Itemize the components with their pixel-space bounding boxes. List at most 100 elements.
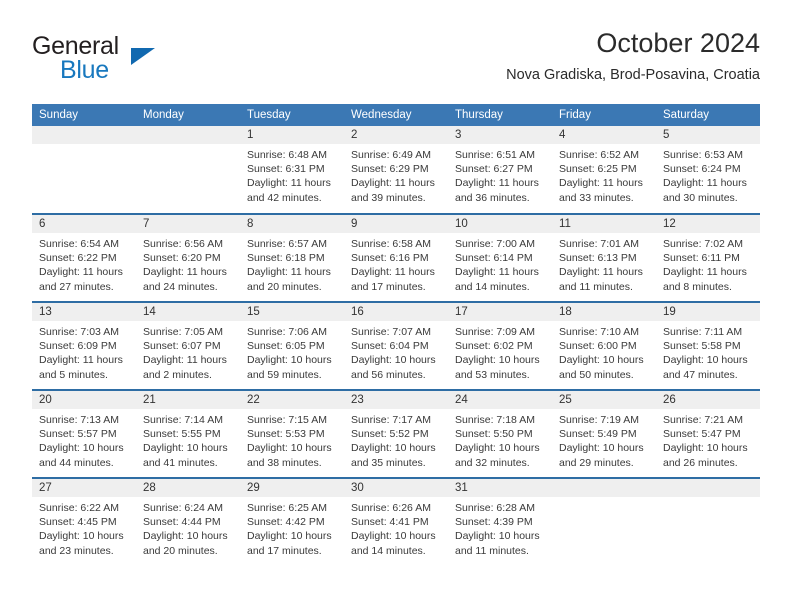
calendar-day-cell[interactable]: 22 Sunrise: 7:15 AM Sunset: 5:53 PM Dayligh… [240,389,344,478]
calendar-day-cell[interactable]: 5 Sunrise: 6:53 AM Sunset: 6:24 PM Daylight… [656,126,760,214]
daylight-text: Daylight: 11 hours and 11 minutes. [559,266,643,293]
sunrise-text: Sunrise: 6:56 AM [143,238,223,250]
sunrise-text: Sunrise: 7:18 AM [455,414,535,426]
calendar-day-cell[interactable]: 13 Sunrise: 7:03 AM Sunset: 6:09 PM Dayligh… [32,301,136,390]
day-details: Sunrise: 7:13 AM Sunset: 5:57 PM Daylight:… [32,409,136,470]
day-number: 6 [32,215,136,233]
day-number: 18 [552,303,656,321]
daylight-text: Daylight: 11 hours and 5 minutes. [39,354,123,381]
daylight-text: Daylight: 10 hours and 14 minutes. [351,530,436,557]
sunset-text: Sunset: 5:47 PM [663,428,741,441]
calendar-day-cell[interactable]: 6 Sunrise: 6:54 AM Sunset: 6:22 PM Daylight… [32,213,136,302]
daylight-text: Daylight: 10 hours and 29 minutes. [559,442,644,469]
day-number: 24 [448,391,552,409]
sunrise-text: Sunrise: 7:07 AM [351,326,431,338]
calendar-day-cell[interactable]: 27 Sunrise: 6:22 AM Sunset: 4:45 PM Dayligh… [32,477,136,566]
sunrise-text: Sunrise: 7:11 AM [663,326,743,338]
day-details: Sunrise: 6:53 AM Sunset: 6:24 PM Daylight:… [656,144,760,205]
calendar-day-cell[interactable]: 31 Sunrise: 6:28 AM Sunset: 4:39 PM Dayligh… [448,477,552,566]
calendar-day-cell[interactable]: 24 Sunrise: 7:18 AM Sunset: 5:50 PM Dayligh… [448,389,552,478]
calendar-week-row: 13 Sunrise: 7:03 AM Sunset: 6:09 PM Dayligh… [32,301,760,390]
sunrise-text: Sunrise: 6:26 AM [351,502,431,514]
calendar-day-cell[interactable]: 29 Sunrise: 6:25 AM Sunset: 4:42 PM Dayligh… [240,477,344,566]
calendar-day-cell[interactable]: 19 Sunrise: 7:11 AM Sunset: 5:58 PM Dayligh… [656,301,760,390]
day-number: 2 [344,126,448,144]
calendar-day-cell[interactable]: 16 Sunrise: 7:07 AM Sunset: 6:04 PM Dayligh… [344,301,448,390]
day-number [656,479,760,497]
daylight-text: Daylight: 10 hours and 17 minutes. [247,530,332,557]
calendar-day-cell[interactable]: 11 Sunrise: 7:01 AM Sunset: 6:13 PM Dayligh… [552,213,656,302]
sunrise-text: Sunrise: 6:52 AM [559,149,639,161]
day-details: Sunrise: 7:09 AM Sunset: 6:02 PM Daylight:… [448,321,552,382]
day-details: Sunrise: 6:57 AM Sunset: 6:18 PM Daylight:… [240,233,344,294]
calendar-day-cell[interactable]: 26 Sunrise: 7:21 AM Sunset: 5:47 PM Dayligh… [656,389,760,478]
sunrise-text: Sunrise: 7:15 AM [247,414,327,426]
calendar-day-cell[interactable]: 30 Sunrise: 6:26 AM Sunset: 4:41 PM Dayligh… [344,477,448,566]
sunset-text: Sunset: 5:52 PM [351,428,429,441]
day-number: 17 [448,303,552,321]
day-number: 26 [656,391,760,409]
calendar-day-cell[interactable]: 1 Sunrise: 6:48 AM Sunset: 6:31 PM Daylight… [240,126,344,214]
daylight-text: Daylight: 11 hours and 17 minutes. [351,266,435,293]
day-details: Sunrise: 7:03 AM Sunset: 6:09 PM Daylight:… [32,321,136,382]
day-number: 4 [552,126,656,144]
day-number: 5 [656,126,760,144]
sunrise-text: Sunrise: 6:51 AM [455,149,535,161]
sunrise-text: Sunrise: 7:06 AM [247,326,327,338]
sunrise-text: Sunrise: 7:03 AM [39,326,119,338]
calendar-day-cell[interactable]: 17 Sunrise: 7:09 AM Sunset: 6:02 PM Dayligh… [448,301,552,390]
daylight-text: Daylight: 10 hours and 38 minutes. [247,442,332,469]
sunrise-text: Sunrise: 6:54 AM [39,238,119,250]
day-details: Sunrise: 6:56 AM Sunset: 6:20 PM Daylight:… [136,233,240,294]
day-details: Sunrise: 7:10 AM Sunset: 6:00 PM Daylight:… [552,321,656,382]
daylight-text: Daylight: 10 hours and 41 minutes. [143,442,228,469]
day-details: Sunrise: 7:02 AM Sunset: 6:11 PM Daylight:… [656,233,760,294]
daylight-text: Daylight: 10 hours and 59 minutes. [247,354,332,381]
daylight-text: Daylight: 11 hours and 39 minutes. [351,177,435,204]
daylight-text: Daylight: 10 hours and 50 minutes. [559,354,644,381]
day-details: Sunrise: 6:58 AM Sunset: 6:16 PM Daylight:… [344,233,448,294]
calendar-day-cell[interactable]: 4 Sunrise: 6:52 AM Sunset: 6:25 PM Daylight… [552,126,656,214]
calendar-day-cell[interactable]: 8 Sunrise: 6:57 AM Sunset: 6:18 PM Daylight… [240,213,344,302]
calendar-day-cell[interactable]: 10 Sunrise: 7:00 AM Sunset: 6:14 PM Dayligh… [448,213,552,302]
calendar-day-cell[interactable]: 12 Sunrise: 7:02 AM Sunset: 6:11 PM Dayligh… [656,213,760,302]
day-number: 15 [240,303,344,321]
sunset-text: Sunset: 6:13 PM [559,252,637,265]
day-details: Sunrise: 7:15 AM Sunset: 5:53 PM Daylight:… [240,409,344,470]
calendar-day-cell[interactable]: 20 Sunrise: 7:13 AM Sunset: 5:57 PM Dayligh… [32,389,136,478]
daylight-text: Daylight: 11 hours and 33 minutes. [559,177,643,204]
day-details: Sunrise: 6:28 AM Sunset: 4:39 PM Daylight:… [448,497,552,558]
calendar-day-cell[interactable]: 3 Sunrise: 6:51 AM Sunset: 6:27 PM Daylight… [448,126,552,214]
sunset-text: Sunset: 6:18 PM [247,252,325,265]
day-number: 1 [240,126,344,144]
calendar-day-cell[interactable]: 28 Sunrise: 6:24 AM Sunset: 4:44 PM Dayligh… [136,477,240,566]
calendar-day-cell[interactable]: 18 Sunrise: 7:10 AM Sunset: 6:00 PM Dayligh… [552,301,656,390]
weekday-header-thursday: Thursday [448,104,552,126]
day-number: 3 [448,126,552,144]
calendar-day-cell[interactable]: 7 Sunrise: 6:56 AM Sunset: 6:20 PM Daylight… [136,213,240,302]
sunset-text: Sunset: 4:45 PM [39,516,117,529]
calendar-day-cell[interactable]: 23 Sunrise: 7:17 AM Sunset: 5:52 PM Dayligh… [344,389,448,478]
day-details: Sunrise: 6:51 AM Sunset: 6:27 PM Daylight:… [448,144,552,205]
sunset-text: Sunset: 6:14 PM [455,252,533,265]
calendar-day-cell[interactable]: 15 Sunrise: 7:06 AM Sunset: 6:05 PM Dayligh… [240,301,344,390]
sunrise-text: Sunrise: 6:48 AM [247,149,327,161]
calendar-header-row: Sunday Monday Tuesday Wednesday Thursday Frid… [32,104,760,126]
sunrise-text: Sunrise: 6:57 AM [247,238,327,250]
calendar-day-cell[interactable]: 21 Sunrise: 7:14 AM Sunset: 5:55 PM Dayligh… [136,389,240,478]
daylight-text: Daylight: 10 hours and 20 minutes. [143,530,228,557]
calendar-day-cell[interactable]: 2 Sunrise: 6:49 AM Sunset: 6:29 PM Daylight… [344,126,448,214]
day-number: 25 [552,391,656,409]
day-details: Sunrise: 7:19 AM Sunset: 5:49 PM Daylight:… [552,409,656,470]
daylight-text: Daylight: 10 hours and 32 minutes. [455,442,540,469]
sunrise-text: Sunrise: 7:09 AM [455,326,535,338]
sunrise-text: Sunrise: 7:10 AM [559,326,639,338]
calendar-day-cell[interactable]: 25 Sunrise: 7:19 AM Sunset: 5:49 PM Dayligh… [552,389,656,478]
day-number: 23 [344,391,448,409]
calendar-day-cell[interactable]: 9 Sunrise: 6:58 AM Sunset: 6:16 PM Daylight… [344,213,448,302]
sunrise-text: Sunrise: 7:01 AM [559,238,639,250]
sunrise-text: Sunrise: 6:53 AM [663,149,743,161]
day-number: 9 [344,215,448,233]
calendar-day-cell[interactable]: 14 Sunrise: 7:05 AM Sunset: 6:07 PM Dayligh… [136,301,240,390]
day-details: Sunrise: 6:24 AM Sunset: 4:44 PM Daylight:… [136,497,240,558]
